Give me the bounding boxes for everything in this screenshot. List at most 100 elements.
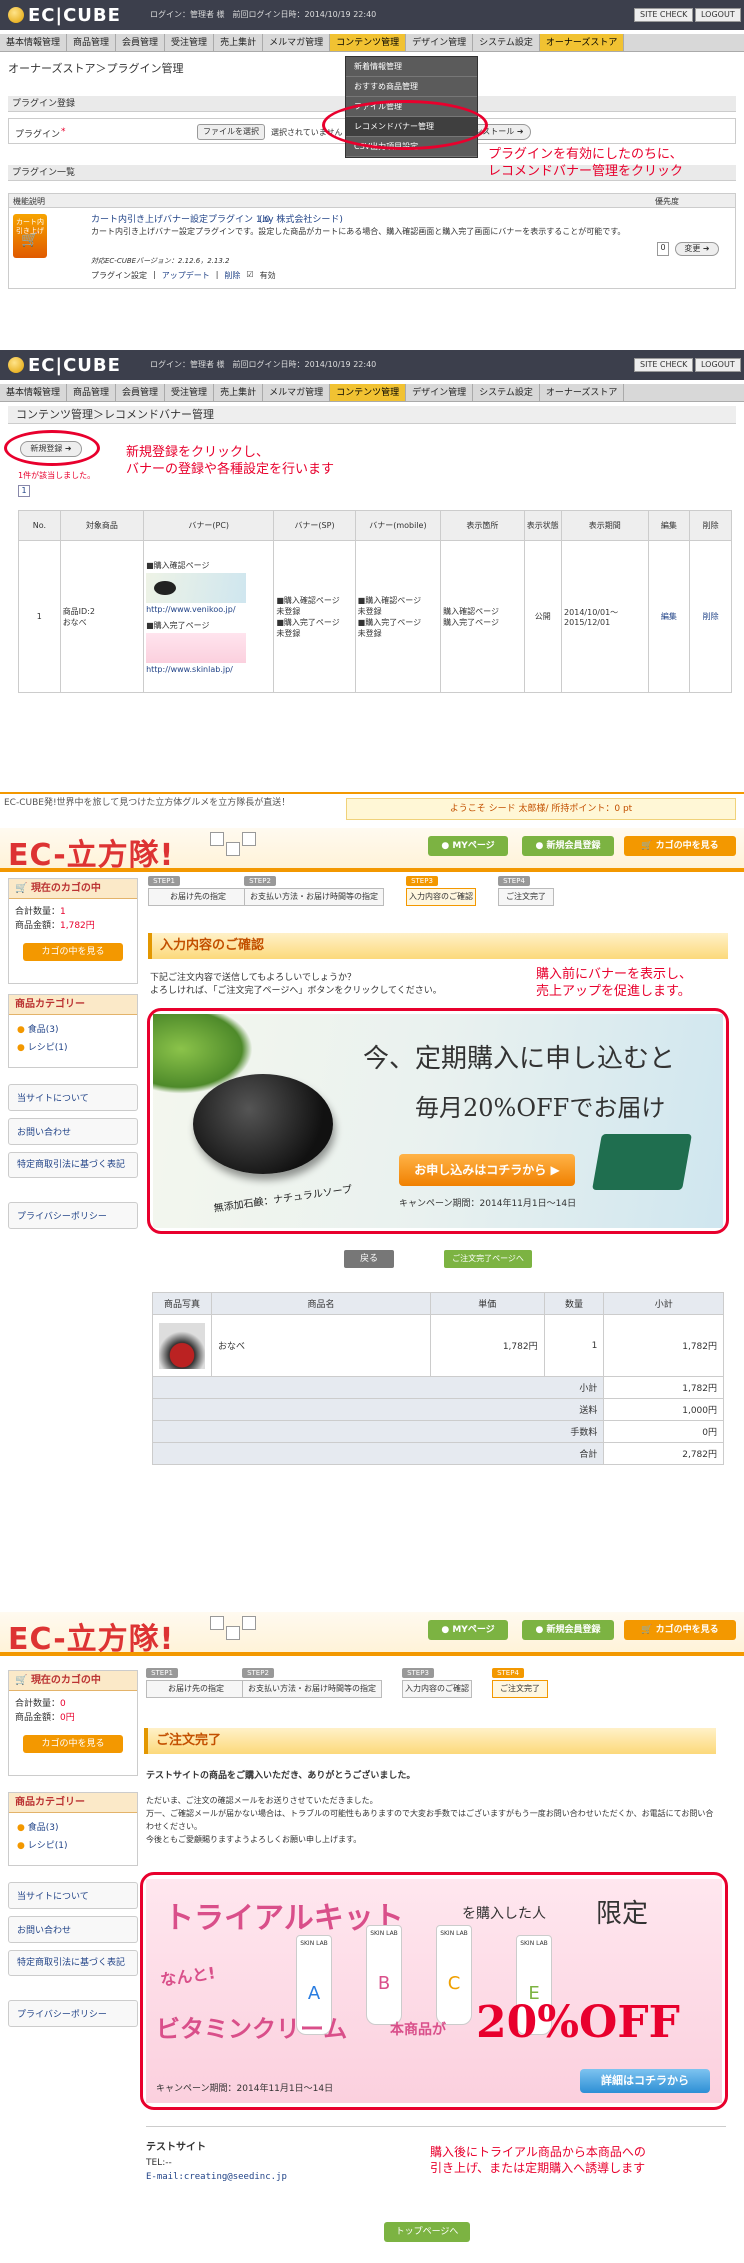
shop-email[interactable]: E-mail:creating@seedinc.jp <box>146 2172 287 2182</box>
nav-design[interactable]: デザイン管理 <box>406 34 474 51</box>
site-check-button[interactable]: SITE CHECK <box>634 8 694 22</box>
logo-icon <box>8 7 24 23</box>
enable-checkbox[interactable]: ☑ <box>246 270 253 281</box>
nav-customers[interactable]: 会員管理 <box>116 34 166 51</box>
th-period: 表示期間 <box>561 510 649 541</box>
eccube-logo[interactable]: EC|CUBE <box>8 5 121 26</box>
annotation-4: 購入後にトライアル商品から本商品への 引き上げ、または定期購入へ誘導します <box>430 2145 646 2175</box>
delete-link[interactable]: 削除 <box>689 540 732 693</box>
plugin-delete-link[interactable]: 削除 <box>224 270 240 281</box>
side-link-about-2[interactable]: 当サイトについて <box>8 1882 138 1909</box>
shop-tel: TEL:-- <box>146 2158 172 2168</box>
nav-system[interactable]: システム設定 <box>473 384 540 401</box>
shop-name: テストサイト <box>146 2142 206 2153</box>
nav-sales[interactable]: 売上集計 <box>214 384 264 401</box>
page-number[interactable]: 1 <box>18 485 30 497</box>
nav-owners-store[interactable]: オーナーズストア <box>540 384 625 401</box>
cart-box-title: 🛒 現在のカゴの中 <box>9 1671 137 1691</box>
page-title-2: ご注文完了 <box>144 1728 716 1754</box>
back-button[interactable]: 戻る <box>344 1250 394 1268</box>
side-link-tokushoho[interactable]: 特定商取引法に基づく表記 <box>8 1152 138 1178</box>
shop-topbar: EC-CUBE発!世界中を旅して見つけた立方体グルメを立方隊長が直送！ ようこそ… <box>0 792 744 828</box>
plugin-label: プラグイン <box>15 130 61 140</box>
side-link-contact-2[interactable]: お問い合わせ <box>8 1916 138 1943</box>
nav-customers[interactable]: 会員管理 <box>116 384 166 401</box>
nav-products[interactable]: 商品管理 <box>67 34 117 51</box>
plugin-settings-link[interactable]: プラグイン設定 <box>91 270 147 281</box>
nav-system[interactable]: システム設定 <box>473 34 540 51</box>
priority-input[interactable]: 0 <box>657 242 669 256</box>
pc-confirm-url[interactable]: http://www.venikoo.jp/ <box>146 605 271 614</box>
nav-basic[interactable]: 基本情報管理 <box>0 384 68 401</box>
enable-label: 有効 <box>259 271 276 280</box>
edit-link[interactable]: 編集 <box>647 540 691 693</box>
side-link-about[interactable]: 当サイトについて <box>8 1084 138 1111</box>
category-item-recipe[interactable]: ● レシピ(1) <box>17 1837 129 1855</box>
th-name: 商品名 <box>211 1292 431 1315</box>
banner-period: キャンペーン期間：2014年11月1日〜14日 <box>399 1199 577 1209</box>
item-photo <box>152 1314 212 1377</box>
plugin-update-link[interactable]: アップデート <box>162 270 210 281</box>
nav-orders[interactable]: 受注管理 <box>165 34 215 51</box>
menu-recommend[interactable]: おすすめ商品管理 <box>346 77 477 97</box>
banner-apply-button[interactable]: お申し込みはコチラから ▶ <box>399 1154 575 1186</box>
th-product: 対象商品 <box>59 510 145 541</box>
total-row: 送料 1,000円 <box>151 1398 724 1421</box>
logout-button-2[interactable]: LOGOUT <box>695 358 741 372</box>
view-cart-button[interactable]: カゴの中を見る <box>23 943 123 961</box>
banner2-nanto: なんと! <box>159 1963 217 1990</box>
mypage-tab-2[interactable]: ● MYページ <box>428 1620 508 1640</box>
footer-divider <box>146 2126 726 2127</box>
plugin-name[interactable]: カート内引き上げバナー設定プラグイン 1.0 <box>91 212 270 225</box>
logout-button[interactable]: LOGOUT <box>695 8 741 22</box>
file-select-button[interactable]: ファイルを選択 <box>197 124 265 140</box>
cell-location: 購入確認ページ 購入完了ページ <box>440 540 525 693</box>
nav-mail[interactable]: メルマガ管理 <box>263 34 331 51</box>
side-link-privacy[interactable]: プライバシーポリシー <box>8 1202 138 1229</box>
banner2-detail-button[interactable]: 詳細はコチラから <box>580 2069 710 2093</box>
side-link-contact[interactable]: お問い合わせ <box>8 1118 138 1145</box>
nav-products[interactable]: 商品管理 <box>67 384 117 401</box>
item-subtotal: 1,782円 <box>603 1314 724 1377</box>
category-item-food[interactable]: ● 食品(3) <box>17 1819 129 1837</box>
category-item-food[interactable]: ● 食品(3) <box>17 1021 129 1039</box>
priority-change-button[interactable]: 変更 ➜ <box>675 242 719 256</box>
side-link-tokushoho-2[interactable]: 特定商取引法に基づく表記 <box>8 1950 138 1976</box>
view-cart-button-2[interactable]: カゴの中を見る <box>23 1735 123 1753</box>
nav-mail[interactable]: メルマガ管理 <box>263 384 331 401</box>
cart-box: 🛒 現在のカゴの中 合計数量：1 商品金額：1,782円 カゴの中を見る <box>8 878 138 984</box>
eccube-logo-2[interactable]: EC|CUBE <box>8 355 121 376</box>
mascot-icons <box>210 832 260 864</box>
cart-tab[interactable]: 🛒 カゴの中を見る <box>624 836 736 856</box>
nav-sales[interactable]: 売上集計 <box>214 34 264 51</box>
pc-complete-thumb <box>146 632 247 663</box>
nav-orders[interactable]: 受注管理 <box>165 384 215 401</box>
plugin-links: プラグイン設定 | アップデート | 削除 ☑ 有効 <box>91 270 276 281</box>
subscription-banner[interactable]: 今、定期購入に申し込むと 毎月20%OFFでお届け 無添加石鹸：ナチュラルソープ… <box>153 1014 723 1228</box>
nav-design[interactable]: デザイン管理 <box>406 384 474 401</box>
new-register-button[interactable]: 新規登録 ➜ <box>20 441 82 457</box>
admin-header-2: EC|CUBE ログイン：管理者 様 前回ログイン日時：2014/10/19 2… <box>0 350 744 380</box>
register-tab-2[interactable]: ● 新規会員登録 <box>522 1620 614 1640</box>
top-page-button[interactable]: トップページへ <box>384 2222 470 2242</box>
step-3: STEP3 入力内容のご確認 <box>406 876 476 906</box>
shop-header: EC-立方隊! ● MYページ ● 新規会員登録 🛒 カゴの中を見る <box>0 828 744 873</box>
complete-order-button[interactable]: ご注文完了ページへ <box>444 1250 532 1268</box>
mypage-tab[interactable]: ● MYページ <box>428 836 508 856</box>
th-banner-mobile: バナー(mobile) <box>354 510 442 541</box>
nav-owners-store[interactable]: オーナーズストア <box>539 34 625 51</box>
category-item-recipe[interactable]: ● レシピ(1) <box>17 1039 129 1057</box>
site-check-button-2[interactable]: SITE CHECK <box>634 358 694 372</box>
cart-tab-2[interactable]: 🛒 カゴの中を見る <box>624 1620 736 1640</box>
pc-complete-url[interactable]: http://www.skinlab.jp/ <box>146 665 271 674</box>
plugin-author[interactable]: (by 株式会社シード) <box>259 212 343 225</box>
th-edit: 編集 <box>647 510 691 541</box>
nav-contents[interactable]: コンテンツ管理 <box>330 34 407 51</box>
nav-contents[interactable]: コンテンツ管理 <box>330 384 407 401</box>
register-tab[interactable]: ● 新規会員登録 <box>522 836 614 856</box>
menu-news[interactable]: 新着情報管理 <box>346 57 477 77</box>
cart-amount: 1,782円 <box>60 921 95 931</box>
trial-banner[interactable]: トライアルキット を購入した人 限定 なんと! SKIN LAB A SKIN L… <box>146 1879 722 2103</box>
nav-basic[interactable]: 基本情報管理 <box>0 34 68 51</box>
side-link-privacy-2[interactable]: プライバシーポリシー <box>8 2000 138 2027</box>
